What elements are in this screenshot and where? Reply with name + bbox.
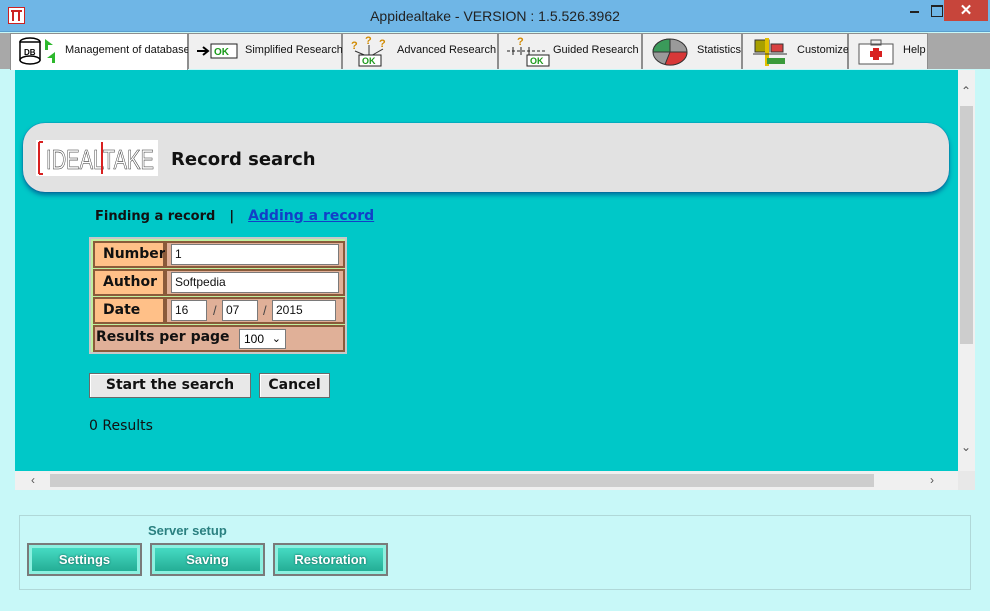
tab-help[interactable]: Help	[848, 33, 928, 69]
svg-text:OK: OK	[362, 56, 376, 66]
page-title: Record search	[171, 149, 316, 170]
tab-strip: DB Management of database OK Simplified …	[0, 33, 990, 70]
horizontal-scroll-thumb[interactable]	[50, 474, 874, 487]
number-cell: 1	[165, 241, 345, 268]
date-separator: /	[263, 303, 267, 318]
record-search-banner: IDEALTAKE Record search	[23, 123, 949, 192]
restoration-button[interactable]: Restoration	[273, 543, 388, 576]
saving-button[interactable]: Saving	[150, 543, 265, 576]
chevron-down-icon: ⌄	[271, 333, 281, 345]
tab-customize[interactable]: Customize	[742, 33, 849, 69]
tools-icon	[753, 38, 787, 66]
svg-text:DB: DB	[24, 48, 36, 57]
search-form: Number 1 Author Softpedia Date 16 / 07 /…	[89, 237, 347, 354]
tab-label: Management of database	[65, 44, 190, 56]
number-input[interactable]: 1	[171, 244, 339, 265]
main-viewport: IDEALTAKE Record search Finding a record…	[15, 70, 975, 490]
tab-label: Customize	[797, 44, 849, 56]
tab-label: Simplified Research	[245, 44, 343, 56]
scroll-down-icon[interactable]: ⌄	[961, 440, 971, 454]
svg-text:OK: OK	[530, 56, 544, 66]
tab-simplified-research[interactable]: OK Simplified Research	[188, 33, 343, 69]
subnav-separator: |	[229, 209, 235, 224]
results-count: 0 Results	[89, 418, 153, 434]
subnav-current: Finding a record	[95, 209, 216, 224]
guided-ok-icon: ? OK	[507, 36, 550, 67]
title-bar: Appidealtake - VERSION : 1.5.526.3962 ✕	[0, 0, 990, 32]
server-setup-panel: Server setup Settings Saving Restoration	[19, 515, 971, 590]
date-day-input[interactable]: 16	[171, 300, 207, 321]
results-per-page-label: Results per page	[96, 329, 230, 345]
results-per-page-select[interactable]: 100 ⌄	[239, 329, 286, 349]
tab-label: Statistics	[697, 44, 742, 56]
content-area: IDEALTAKE Record search Finding a record…	[15, 70, 958, 471]
date-year-input[interactable]: 2015	[272, 300, 336, 321]
tab-label: Help	[903, 44, 926, 56]
idealtake-logo: IDEALTAKE	[36, 140, 158, 176]
svg-text:?: ?	[351, 40, 358, 52]
pie-chart-icon	[652, 38, 688, 66]
author-label: Author	[93, 269, 165, 296]
settings-button[interactable]: Settings	[27, 543, 142, 576]
date-label: Date	[93, 297, 165, 324]
subnav: Finding a record | Adding a record	[95, 208, 374, 224]
date-separator: /	[213, 303, 217, 318]
svg-text:OK: OK	[214, 47, 230, 58]
adding-record-link[interactable]: Adding a record	[248, 208, 374, 224]
author-input[interactable]: Softpedia	[171, 272, 339, 293]
ok-arrow-icon: OK	[197, 43, 238, 59]
scroll-left-icon[interactable]: ‹	[31, 473, 35, 487]
svg-text:?: ?	[517, 36, 524, 48]
results-per-page-value: 100	[244, 332, 265, 346]
first-aid-icon	[858, 39, 894, 65]
scroll-right-icon[interactable]: ›	[930, 473, 934, 487]
svg-text:IDEALTAKE: IDEALTAKE	[46, 144, 154, 175]
date-month-input[interactable]: 07	[222, 300, 258, 321]
results-per-page-cell: Results per page 100 ⌄	[93, 325, 345, 352]
tab-advanced-research[interactable]: ? ? ? OK Advanced Research	[342, 33, 498, 69]
tab-guided-research[interactable]: ? OK Guided Research	[498, 33, 642, 69]
question-ok-icon: ? ? ? OK	[351, 35, 386, 67]
close-button[interactable]: ✕	[944, 0, 988, 21]
number-label: Number	[93, 241, 166, 268]
date-cell: 16 / 07 / 2015	[165, 297, 345, 324]
vertical-scroll-thumb[interactable]	[960, 106, 973, 344]
tab-label: Guided Research	[553, 44, 639, 56]
database-icon: DB	[19, 37, 55, 65]
window-title: Appidealtake - VERSION : 1.5.526.3962	[370, 8, 620, 24]
horizontal-scrollbar[interactable]: ‹ ›	[15, 471, 958, 490]
author-cell: Softpedia	[165, 269, 345, 296]
svg-text:?: ?	[379, 38, 386, 50]
tab-statistics[interactable]: Statistics	[642, 33, 742, 69]
vertical-scrollbar[interactable]: ⌃ ⌄	[958, 70, 975, 471]
server-setup-label: Server setup	[148, 523, 227, 538]
tab-management-of-database[interactable]: DB Management of database	[10, 33, 190, 70]
scroll-up-icon[interactable]: ⌃	[961, 84, 971, 98]
tab-label: Advanced Research	[397, 44, 497, 56]
cancel-button[interactable]: Cancel	[259, 373, 330, 398]
start-search-button[interactable]: Start the search	[89, 373, 251, 398]
